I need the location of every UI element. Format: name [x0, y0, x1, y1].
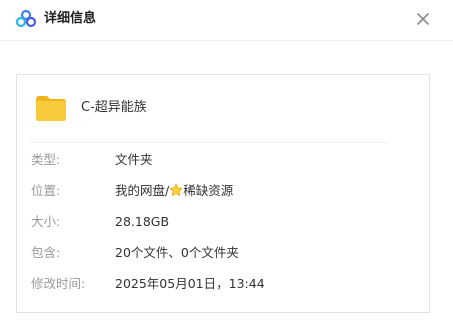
close-button[interactable] [412, 8, 434, 30]
dialog-title: 详细信息 [44, 11, 97, 26]
close-icon[interactable] [412, 8, 434, 30]
contents-value: 20个文件、0个文件夹 [115, 245, 239, 260]
contents-label: 包含: [31, 245, 61, 260]
detail-row-type: 类型: 文件夹 [17, 151, 431, 169]
details-dialog: 详细信息 C-超异能族 类型: 文件夹 位置: 我的网盘/稀缺资源 大小: 28… [0, 0, 453, 334]
detail-row-size: 大小: 28.18GB [17, 213, 431, 231]
location-label: 位置: [31, 183, 61, 198]
detail-row-modified: 修改时间: 2025年05月01日，13:44 [17, 275, 431, 293]
star-icon [169, 183, 183, 197]
size-label: 大小: [31, 214, 61, 229]
location-path-prefix: 我的网盘/ [115, 183, 170, 198]
type-value: 文件夹 [115, 152, 153, 167]
file-name: C-超异能族 [81, 100, 147, 115]
details-panel: C-超异能族 类型: 文件夹 位置: 我的网盘/稀缺资源 大小: 28.18GB… [16, 74, 430, 313]
folder-icon [35, 94, 67, 122]
cloud-drive-logo-icon [15, 9, 37, 28]
size-value: 28.18GB [115, 214, 170, 229]
type-label: 类型: [31, 152, 61, 167]
detail-row-contents: 包含: 20个文件、0个文件夹 [17, 244, 431, 262]
detail-row-location: 位置: 我的网盘/稀缺资源 [17, 182, 431, 200]
modified-value: 2025年05月01日，13:44 [115, 276, 265, 291]
location-value: 我的网盘/稀缺资源 [115, 182, 233, 200]
location-path-suffix: 稀缺资源 [183, 183, 234, 198]
divider [29, 142, 389, 143]
modified-label: 修改时间: [31, 276, 86, 291]
dialog-header: 详细信息 [0, 0, 453, 41]
